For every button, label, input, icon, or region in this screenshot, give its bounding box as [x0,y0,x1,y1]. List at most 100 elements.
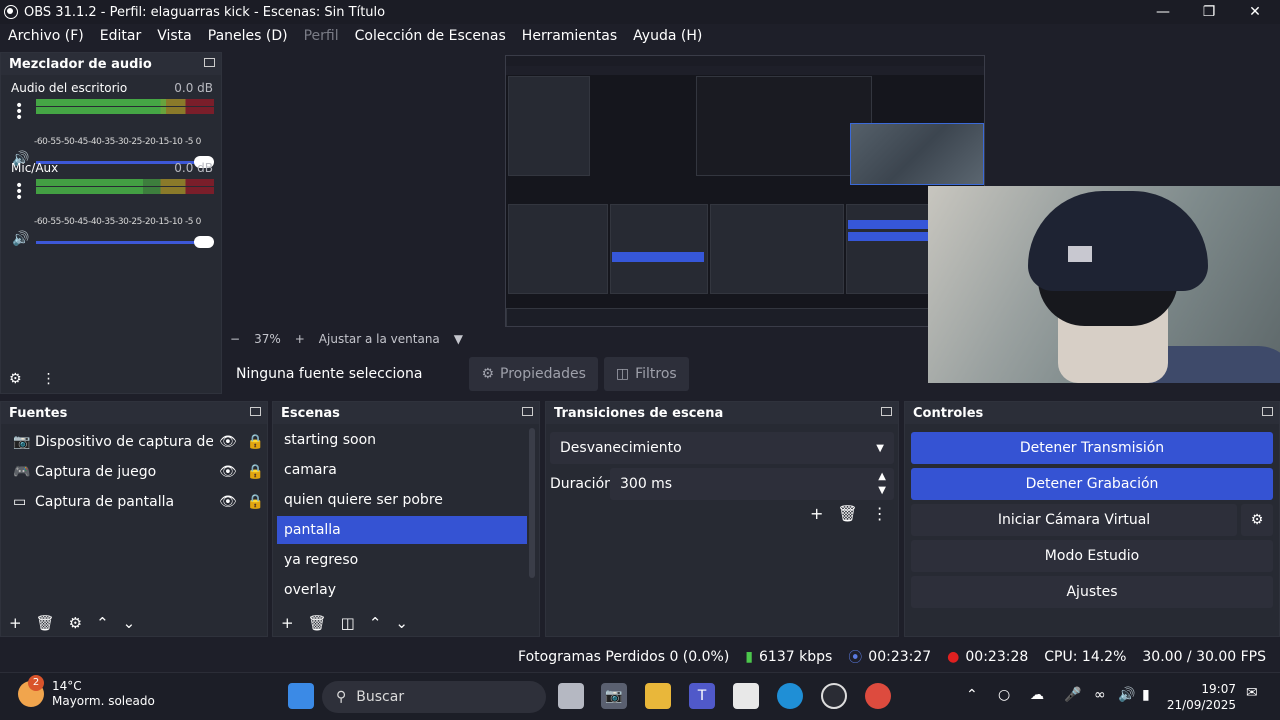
spin-arrows-icon[interactable]: ▲ ▼ [878,470,886,498]
advanced-audio-gear-icon[interactable]: ⚙ [9,371,22,387]
channel-db: 0.0 dB [174,161,213,175]
menu-archivo[interactable]: Archivo (F) [0,28,92,44]
chevron-up-icon[interactable]: ⌃ [966,687,978,703]
stop-recording-button[interactable]: Detener Grabación [911,468,1273,500]
menu-vista[interactable]: Vista [149,28,200,44]
menu-perfil[interactable]: Perfil [296,28,347,44]
transition-select[interactable]: Desvanecimiento ▼ [550,432,894,464]
audio-mixer-dock: Mezclador de audio Audio del escritorio … [0,52,222,394]
taskbar-search[interactable]: ⚲ Buscar [322,681,546,713]
task-view-icon[interactable] [558,683,584,709]
wifi-icon[interactable]: ∞ [1094,687,1106,703]
visibility-eye-icon[interactable]: 👁 [219,494,237,510]
scene-item-selected[interactable]: pantalla [277,516,527,544]
scene-item[interactable]: camara [277,456,527,484]
maximize-button[interactable]: ❐ [1186,0,1232,24]
scene-filters-icon[interactable]: ◫ [341,614,355,632]
move-up-icon[interactable]: ⌃ [96,614,109,632]
bitrate: 6137 kbps [759,649,833,665]
lock-icon[interactable]: 🔒 [247,434,264,450]
lock-icon[interactable]: 🔒 [247,464,264,480]
scene-item[interactable]: starting soon [277,426,527,454]
weather-widget[interactable]: 2 14°C Mayorm. soleado [18,675,155,709]
settings-button[interactable]: Ajustes [911,576,1273,608]
source-item[interactable]: 📷 Dispositivo de captura de vid 👁 🔒 [5,428,267,456]
edge-icon[interactable] [777,683,803,709]
menu-editar[interactable]: Editar [92,28,149,44]
transition-menu-icon[interactable]: ⋮ [872,504,888,523]
move-down-icon[interactable]: ⌄ [395,614,408,632]
remove-source-trash-icon[interactable]: 🗑 [36,614,55,632]
weather-badge: 2 [28,675,44,691]
undock-icon[interactable] [250,407,261,416]
sources-dock: Fuentes 📷 Dispositivo de captura de vid … [0,401,268,637]
undock-icon[interactable] [522,407,533,416]
source-item[interactable]: ▭ Captura de pantalla 👁 🔒 [5,488,267,516]
move-up-icon[interactable]: ⌃ [369,614,382,632]
record-icon: ● [947,649,960,665]
volume-slider-handle[interactable] [194,236,214,248]
minimize-button[interactable]: — [1140,0,1186,24]
scenes-scrollbar[interactable] [529,428,535,578]
title-bar: OBS 31.1.2 - Perfil: elaguarras kick - E… [0,0,1280,24]
notifications-icon[interactable]: ✉ [1246,685,1258,701]
close-button[interactable]: ✕ [1232,0,1278,24]
zoom-dropdown-icon[interactable]: ▼ [454,332,463,346]
microphone-icon[interactable]: 🎤 [1064,687,1081,703]
meter-ticks: -60-55-50-45-40-35-30-25-20-15-10 -5 0 [34,217,201,227]
scene-item[interactable]: overlay [277,576,527,604]
scene-item[interactable]: ya regreso [277,546,527,574]
channel-menu-icon[interactable]: • • • [15,179,25,205]
channel-menu-icon[interactable]: • • • [15,99,25,125]
menu-paneles[interactable]: Paneles (D) [200,28,296,44]
menu-bar: Archivo (F) Editar Vista Paneles (D) Per… [0,24,1280,48]
menu-herramientas[interactable]: Herramientas [514,28,625,44]
start-virtual-camera-button[interactable]: Iniciar Cámara Virtual [911,504,1237,536]
tray-app-icon[interactable]: ○ [998,687,1010,703]
record-time: 00:23:28 [965,649,1029,665]
chrome-icon[interactable] [865,683,891,709]
lock-icon[interactable]: 🔒 [247,494,264,510]
virtual-camera-settings-gear-icon[interactable]: ⚙ [1241,504,1273,536]
filters-button[interactable]: ◫ Filtros [603,357,689,391]
mixer-menu-icon[interactable]: ⋮ [42,371,56,387]
properties-button[interactable]: ⚙ Propiedades [469,357,598,391]
duration-spinbox[interactable]: 300 ms ▲ ▼ [610,468,894,500]
stop-stream-button[interactable]: Detener Transmisión [911,432,1273,464]
zoom-out-button[interactable]: − [230,332,240,346]
battery-icon[interactable]: ▮ [1142,687,1150,703]
menu-coleccion-escenas[interactable]: Colección de Escenas [347,28,514,44]
teams-icon[interactable]: T [689,683,715,709]
volume-slider[interactable] [36,241,204,244]
volume-icon[interactable]: 🔊 [1118,687,1135,703]
file-explorer-icon[interactable] [645,683,671,709]
webcam-thumbnail [850,123,984,185]
add-scene-button[interactable]: + [281,614,294,632]
source-item[interactable]: 🎮 Captura de juego 👁 🔒 [5,458,267,486]
camera-app-icon[interactable]: 📷 [601,683,627,709]
remove-scene-trash-icon[interactable]: 🗑 [308,614,327,632]
visibility-eye-icon[interactable]: 👁 [219,434,237,450]
remove-transition-trash-icon[interactable]: 🗑 [837,504,857,523]
speaker-icon[interactable]: 🔊 [12,231,29,247]
menu-ayuda[interactable]: Ayuda (H) [625,28,710,44]
dropped-frames: Fotogramas Perdidos 0 (0.0%) [518,649,730,665]
preview-zoom-bar: − 37% + Ajustar a la ventana ▼ [230,330,463,348]
stream-icon: ⦿ [848,650,863,666]
undock-icon[interactable] [204,58,215,67]
zoom-in-button[interactable]: + [295,332,305,346]
scene-item[interactable]: quien quiere ser pobre [277,486,527,514]
visibility-eye-icon[interactable]: 👁 [219,464,237,480]
undock-icon[interactable] [881,407,892,416]
add-source-button[interactable]: + [9,614,22,632]
move-down-icon[interactable]: ⌄ [123,614,136,632]
studio-mode-button[interactable]: Modo Estudio [911,540,1273,572]
source-properties-gear-icon[interactable]: ⚙ [69,614,82,632]
taskbar-clock[interactable]: 19:07 21/09/2025 [1167,681,1236,713]
windows-start-icon[interactable] [288,683,314,709]
store-icon[interactable] [733,683,759,709]
undock-icon[interactable] [1262,407,1273,416]
add-transition-button[interactable]: + [810,504,823,523]
onedrive-icon[interactable]: ☁ [1030,687,1044,703]
obs-taskbar-icon[interactable] [821,683,847,709]
